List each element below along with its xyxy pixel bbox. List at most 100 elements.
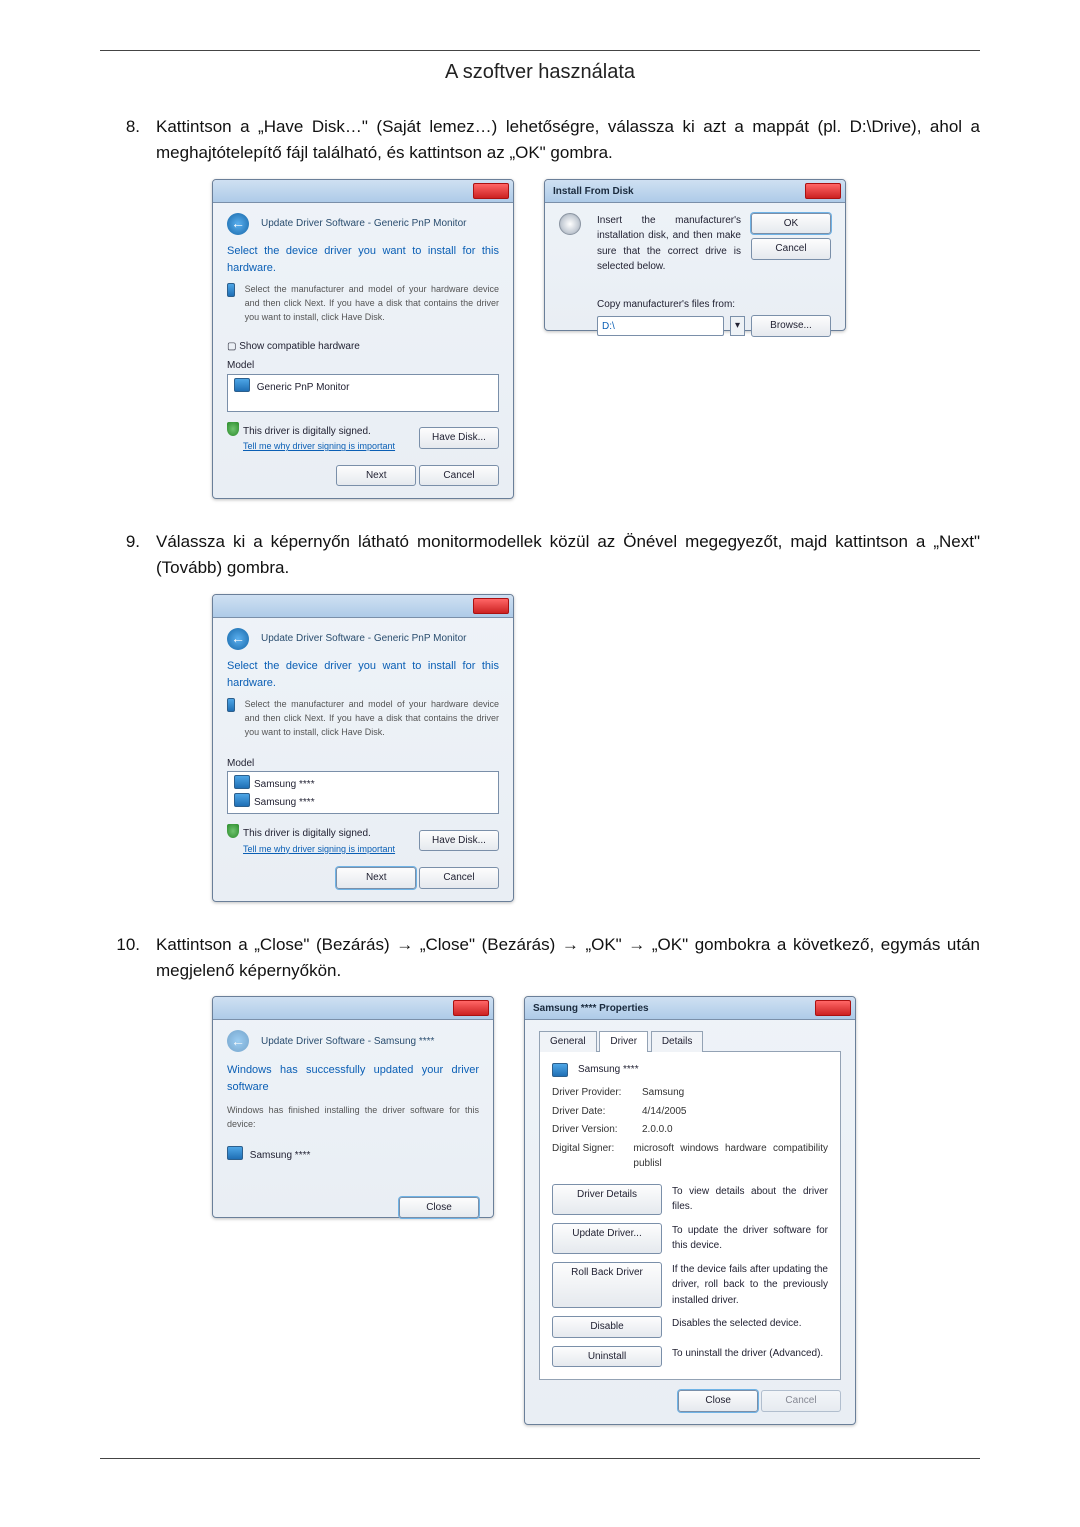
close-button[interactable]: Close (399, 1197, 479, 1219)
tab-driver[interactable]: Driver (599, 1031, 648, 1052)
breadcrumb: Update Driver Software - Samsung **** (261, 1034, 434, 1050)
monitor-icon (234, 775, 250, 789)
back-icon[interactable]: ← (227, 213, 249, 235)
document-page: A szoftver használata 8. Kattintson a „H… (0, 0, 1080, 1527)
disable-desc: Disables the selected device. (672, 1316, 828, 1338)
device-name: Samsung **** (250, 1150, 311, 1161)
tab-panel-driver: Samsung **** Driver Provider:Samsung Dri… (539, 1051, 841, 1381)
step-text: Kattintson a „Have Disk…" (Saját lemez…)… (156, 117, 980, 162)
browse-button[interactable]: Browse... (751, 315, 831, 337)
close-button[interactable]: Close (678, 1390, 758, 1412)
signed-status: This driver is digitally signed. (243, 426, 371, 437)
signing-info-link[interactable]: Tell me why driver signing is important (243, 441, 395, 451)
dialog-heading: Select the device driver you want to ins… (227, 243, 499, 277)
label-version: Driver Version: (552, 1122, 642, 1138)
cancel-button[interactable]: Cancel (751, 238, 831, 260)
tab-details[interactable]: Details (651, 1031, 704, 1052)
next-button[interactable]: Next (336, 867, 416, 889)
titlebar (213, 997, 493, 1020)
update-driver-button[interactable]: Update Driver... (552, 1223, 662, 1254)
back-icon[interactable]: ← (227, 628, 249, 650)
uninstall-desc: To uninstall the driver (Advanced). (672, 1346, 828, 1368)
dialog-update-success: ← Update Driver Software - Samsung **** … (212, 996, 494, 1218)
monitor-icon (227, 698, 235, 712)
list-item[interactable]: Generic PnP Monitor (257, 382, 350, 393)
show-compatible-checkbox[interactable]: ▢ (227, 341, 239, 352)
step-number: 10. (100, 932, 156, 958)
monitor-icon (552, 1063, 568, 1077)
update-driver-desc: To update the driver software for this d… (672, 1223, 828, 1254)
shield-icon (227, 824, 239, 838)
back-icon: ← (227, 1030, 249, 1052)
dialog-subtext: Windows has finished installing the driv… (227, 1104, 479, 1132)
label-provider: Driver Provider: (552, 1085, 642, 1101)
dialog-title: Install From Disk (553, 184, 634, 200)
tab-bar: General Driver Details (539, 1030, 841, 1051)
model-listbox[interactable]: Samsung **** Samsung **** (227, 771, 499, 814)
label-date: Driver Date: (552, 1104, 642, 1120)
driver-details-button[interactable]: Driver Details (552, 1184, 662, 1215)
shield-icon (227, 422, 239, 436)
close-icon[interactable] (473, 183, 509, 199)
disk-icon (559, 213, 581, 235)
device-name: Samsung **** (578, 1062, 639, 1078)
close-icon[interactable] (453, 1000, 489, 1016)
cancel-button: Cancel (761, 1390, 841, 1412)
dialog-update-driver: ← Update Driver Software - Generic PnP M… (212, 179, 514, 499)
step-number: 8. (100, 114, 156, 140)
disable-button[interactable]: Disable (552, 1316, 662, 1338)
dialog-select-model: ← Update Driver Software - Generic PnP M… (212, 594, 514, 902)
show-compatible-label: Show compatible hardware (239, 341, 360, 352)
ok-button[interactable]: OK (751, 213, 831, 235)
list-item[interactable]: Samsung **** (254, 779, 315, 790)
model-label: Model (227, 756, 499, 772)
breadcrumb: Update Driver Software - Generic PnP Mon… (261, 216, 466, 232)
model-label: Model (227, 358, 499, 374)
titlebar (213, 595, 513, 618)
cancel-button[interactable]: Cancel (419, 867, 499, 889)
value-version: 2.0.0.0 (642, 1122, 673, 1138)
step-9: 9. Válassza ki a képernyőn látható monit… (100, 529, 980, 902)
dialog-title: Samsung **** Properties (533, 1001, 649, 1017)
value-date: 4/14/2005 (642, 1104, 687, 1120)
value-provider: Samsung (642, 1085, 684, 1101)
cancel-button[interactable]: Cancel (419, 465, 499, 487)
close-icon[interactable] (473, 598, 509, 614)
dropdown-arrow-icon[interactable]: ▾ (730, 316, 745, 336)
page-title: A szoftver használata (100, 61, 980, 84)
have-disk-button[interactable]: Have Disk... (419, 427, 499, 449)
signed-status: This driver is digitally signed. (243, 828, 371, 839)
label-signer: Digital Signer: (552, 1141, 633, 1172)
monitor-icon (227, 283, 235, 297)
list-item[interactable]: Samsung **** (254, 797, 315, 808)
titlebar: Install From Disk (545, 180, 845, 203)
dialog-message: Insert the manufacturer's installation d… (597, 213, 741, 275)
signing-info-link[interactable]: Tell me why driver signing is important (243, 844, 395, 854)
model-listbox[interactable]: Generic PnP Monitor (227, 374, 499, 412)
driver-details-desc: To view details about the driver files. (672, 1184, 828, 1215)
titlebar: Samsung **** Properties (525, 997, 855, 1020)
close-icon[interactable] (815, 1000, 851, 1016)
have-disk-button[interactable]: Have Disk... (419, 830, 499, 852)
rollback-driver-desc: If the device fails after updating the d… (672, 1262, 828, 1309)
copy-from-label: Copy manufacturer's files from: (597, 297, 831, 313)
dialog-description: Select the manufacturer and model of you… (245, 698, 499, 740)
dialog-heading: Windows has successfully updated your dr… (227, 1062, 479, 1096)
next-button[interactable]: Next (336, 465, 416, 487)
dialog-description: Select the manufacturer and model of you… (245, 283, 499, 325)
dialog-install-from-disk: Install From Disk Insert the manufacture… (544, 179, 846, 331)
titlebar (213, 180, 513, 203)
step-text: Válassza ki a képernyőn látható monitorm… (156, 532, 980, 577)
dialog-heading: Select the device driver you want to ins… (227, 658, 499, 692)
breadcrumb: Update Driver Software - Generic PnP Mon… (261, 631, 466, 647)
dialog-properties: Samsung **** Properties General Driver D… (524, 996, 856, 1425)
tab-general[interactable]: General (539, 1031, 597, 1052)
rollback-driver-button[interactable]: Roll Back Driver (552, 1262, 662, 1309)
step-number: 9. (100, 529, 156, 555)
path-input[interactable]: D:\ (597, 316, 724, 336)
step-text: Kattintson a „Close" (Bezárás) → „Close"… (156, 935, 980, 980)
close-icon[interactable] (805, 183, 841, 199)
uninstall-button[interactable]: Uninstall (552, 1346, 662, 1368)
rule-top (100, 50, 980, 51)
step-10: 10. Kattintson a „Close" (Bezárás) → „Cl… (100, 932, 980, 1425)
